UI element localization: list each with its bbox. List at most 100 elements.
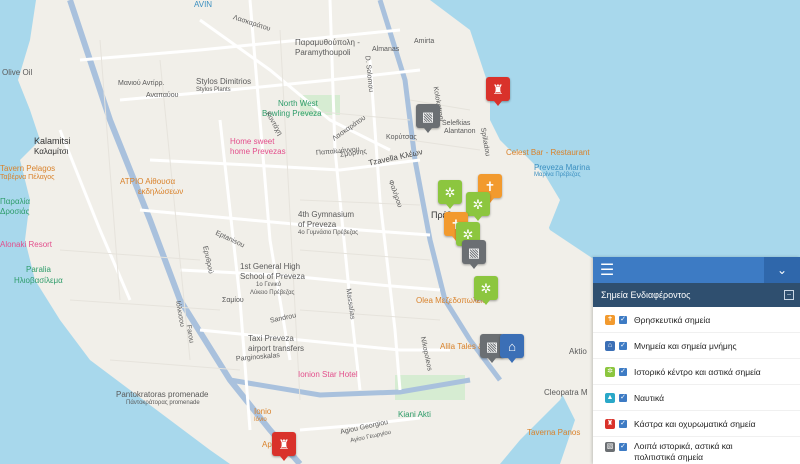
street-label: Almanas [372,46,400,53]
poi-label: Μαρίνα Πρέβεζας [534,172,581,178]
poi-label: Home sweet [230,137,275,146]
collapse-button[interactable]: ⌄ [764,257,800,283]
category-item-nautical[interactable]: ▲ ✓ Ναυτικά [593,385,800,411]
poi-label: Paralia [26,265,51,274]
poi-label: Καλαμίτσι [34,147,69,156]
category-checkbox[interactable]: ✓ [619,367,627,376]
category-label: πολιτιστικά σημεία [634,452,704,462]
category-item-historic-center[interactable]: ✲ ✓ Ιστορικό κέντρο και αστικά σημεία [593,359,800,385]
category-title: Σημεία Ενδιαφέροντος [601,290,691,300]
poi-label: 4ο Γυμνάσιο Πρέβεζας [298,230,359,236]
poi-label: Cleopatra M [544,388,588,397]
poi-label: Δροσιάς [0,207,30,216]
poi-label: North West [278,99,318,108]
street-label: Κoρύτσας [386,134,417,141]
panel-header: ☰ ⌄ [593,257,800,283]
cultural-marker[interactable]: ▧ [462,240,486,269]
poi-label: Kiani Akti [398,410,431,419]
poi-label: Alonaki Resort [0,240,53,249]
category-label-multiline: Λοιπά ιστορικά, αστικά και πολιτιστικά σ… [634,441,733,463]
historic-center-marker[interactable]: ✲ [438,180,462,209]
poi-label: Aktio [569,347,587,356]
star-icon: ✲ [444,184,456,200]
image-icon: ▧ [467,244,481,260]
poi-label: Ap [262,440,272,449]
poi-label: 1ο Γενικό [256,282,281,288]
museum-icon: ⌂ [508,338,516,354]
cultural-marker[interactable]: ▧ [416,104,440,133]
monument-icon: ⌂ [605,340,615,351]
poi-label: 1st General High [240,262,301,271]
poi-label: Ionion Star Hotel [298,370,358,379]
category-label: Ιστορικό κέντρο και αστικά σημεία [634,366,761,377]
poi-label: Ιόνιο [254,417,267,423]
poi-label: Pantokratoras promenade [116,390,209,399]
collapse-category-icon[interactable]: − [784,290,794,300]
street-label: Amirta [414,38,435,45]
street-label: Αναπαύου [146,92,179,99]
menu-button[interactable]: ☰ [593,257,621,283]
historic-center-icon: ✲ [605,366,615,377]
category-label: Ναυτικά [634,392,665,403]
castle-marker[interactable]: ♜ [272,432,296,461]
poi-label: of Preveza [298,220,337,229]
poi-label: Πάντοκράτορας promenade [126,400,200,406]
hamburger-icon: ☰ [599,262,615,279]
poi-label: Stylos Plants [196,87,231,93]
castle-marker[interactable]: ♜ [486,77,510,106]
category-checkbox[interactable]: ✓ [619,341,627,350]
star-icon: ✲ [462,226,474,242]
castle-icon: ♜ [605,418,615,429]
monument-marker[interactable]: ⌂ [500,334,524,363]
category-item-other[interactable]: ▧ ✓ Λοιπά ιστορικά, αστικά και πολιτιστι… [593,437,800,464]
lighthouse-icon: ▲ [605,392,615,403]
poi-label: Παραλία [0,197,30,206]
church-icon: ✝ [605,314,615,325]
poi-label: Paramythoupoli [295,48,351,57]
poi-label: AVIN [194,0,213,9]
poi-label: Celest Bar - Restaurant [506,148,590,157]
poi-label: Taxi Preveza [248,334,294,343]
star-icon: ✲ [480,280,492,296]
category-label: Κάστρα και οχυρωματικά σημεία [634,418,756,429]
poi-label: Ionio [254,407,272,416]
poi-label: ΑΤΡΙΟ Αίθουσα [120,177,176,186]
historic-center-marker[interactable]: ✲ [466,192,490,221]
category-label: Θρησκευτικά σημεία [634,314,711,325]
poi-label: Taverna Panos [527,428,581,437]
poi-label: Ταβέρνα Πέλαγος [0,174,55,181]
category-label: Μνημεία και σημεία μνήμης [634,340,737,351]
poi-label: Alila Tales & [440,342,484,351]
layers-panel: ☰ ⌄ Σημεία Ενδιαφέροντος − ✝ ✓ Θρησκευτι… [593,257,800,464]
category-checkbox[interactable]: ✓ [619,443,627,451]
image-icon: ▧ [421,108,435,124]
poi-label: School of Preveza [240,272,305,281]
poi-label: Tavern Pelagos [0,164,56,173]
category-checkbox[interactable]: ✓ [619,419,627,428]
category-checkbox[interactable]: ✓ [619,393,627,402]
street-label: Μανιού Αντίρρ. [118,80,165,87]
castle-icon: ♜ [278,436,290,452]
historic-center-marker[interactable]: ✲ [474,276,498,305]
church-icon: ✝ [484,178,496,194]
chevron-down-icon: ⌄ [776,263,788,277]
category-item-castles[interactable]: ♜ ✓ Κάστρα και οχυρωματικά σημεία [593,411,800,437]
category-label: Λοιπά ιστορικά, αστικά και [634,441,733,451]
image-icon: ▧ [605,442,615,452]
poi-label: Λύκειο Πρέβεζας [250,290,295,296]
category-checkbox[interactable]: ✓ [619,315,627,324]
category-item-monuments[interactable]: ⌂ ✓ Μνημεία και σημεία μνήμης [593,333,800,359]
poi-label: Preveza Marina [534,163,591,172]
poi-label: Olive Oil [2,68,33,77]
street-label: Σαμίου [222,297,244,304]
poi-label: Ηλιοβασίλεμα [14,276,63,285]
poi-label: home Prevezas [230,147,286,156]
poi-label: Kalamitsi [34,136,71,146]
street-label: Selefkias [442,120,471,127]
category-item-religious[interactable]: ✝ ✓ Θρησκευτικά σημεία [593,307,800,333]
category-header[interactable]: Σημεία Ενδιαφέροντος − [593,283,800,307]
street-label: Alantanon [444,128,476,135]
poi-label: Παραμυθούπολη - [295,38,360,47]
castle-icon: ♜ [492,81,504,97]
image-icon: ▧ [485,338,499,354]
